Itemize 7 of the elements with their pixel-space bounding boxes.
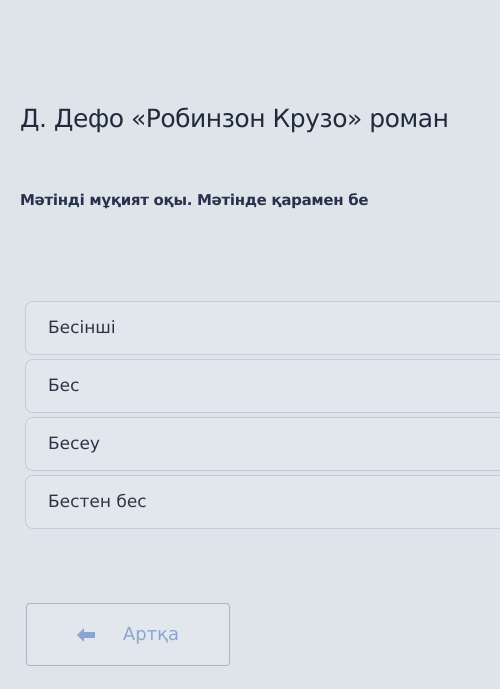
answer-option[interactable]: Бес [25,359,500,413]
answer-option[interactable]: Бестен бес [25,475,500,529]
question-title: Д. Дефо «Робинзон Крузо» роман [20,104,450,133]
instruction-text: Мәтінді мұқият оқы. Мәтінде қарамен бе [20,191,370,209]
answer-option[interactable]: Бесеу [25,417,500,471]
answer-option[interactable]: Бесінші [25,301,500,355]
left-arrow-icon [76,628,97,642]
